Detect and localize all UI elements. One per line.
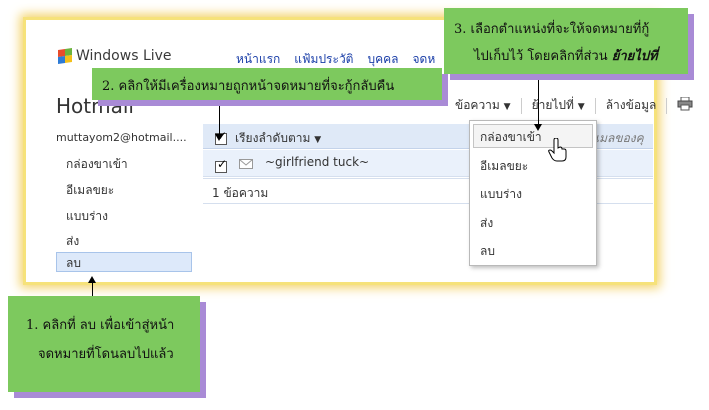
account-email[interactable]: muttayom2@hotmail.... — [56, 131, 187, 144]
envelope-icon — [239, 155, 253, 174]
top-nav: หน้าแรก แฟ้มประวัติ บุคคล จดห — [236, 50, 435, 69]
checkmark-icon: ✓ — [217, 157, 228, 171]
chevron-down-icon: ▼ — [503, 102, 511, 112]
message-sender: ~girlfriend tuck~ — [265, 155, 370, 169]
message-checkbox[interactable]: ✓ — [215, 157, 228, 173]
brand-label: Windows Live — [76, 48, 172, 64]
move-to-button[interactable]: ย้ายไปที่ ▼ — [532, 96, 585, 115]
menu-item-inbox[interactable]: กล่องขาเข้า — [480, 128, 542, 147]
restore-button[interactable]: ข้อความ ▼ — [455, 96, 511, 115]
sort-label: เรียงลำดับตาม — [235, 131, 311, 145]
callout-step-2: 2. คลิกให้มีเครื่องหมายถูกหน้าจดหมายที่จ… — [92, 68, 442, 100]
sidebar-item-junk[interactable]: อีเมลขยะ — [66, 181, 114, 200]
restore-label: ข้อความ — [455, 98, 500, 112]
callout-step-1-line1: 1. คลิกที่ ลบ เพื่อเข้าสู่หน้า — [26, 318, 175, 333]
sidebar-item-inbox[interactable]: กล่องขาเข้า — [66, 155, 128, 174]
sidebar-item-drafts[interactable]: แบบร่าง — [66, 207, 108, 226]
callout-step-3-prefix: ไปเก็บไว้ โดยคลิกที่ส่วน — [474, 49, 608, 64]
callout-step-1-line2: จดหมายที่โดนลบไปแล้ว — [38, 347, 174, 362]
hand-cursor-icon — [548, 137, 568, 166]
menu-item-deleted[interactable]: ลบ — [480, 242, 495, 261]
windows-live-logo[interactable]: Windows Live — [58, 48, 172, 64]
menu-item-drafts[interactable]: แบบร่าง — [480, 185, 522, 204]
toolbar-divider — [666, 97, 668, 114]
arrow-3-line — [538, 74, 539, 126]
move-to-menu: กล่องขาเข้า อีเมลขยะ แบบร่าง ส่ง ลบ — [469, 120, 597, 266]
chevron-down-icon: ▼ — [577, 102, 585, 112]
toolbar-divider — [520, 97, 522, 114]
clear-button[interactable]: ล้างข้อมูล — [606, 96, 657, 115]
callout-step-3-line2: ไปเก็บไว้ โดยคลิกที่ส่วน ย้ายไปที่ — [444, 39, 688, 66]
message-count: 1 ข้อความ — [212, 186, 269, 200]
nav-home[interactable]: หน้าแรก — [236, 50, 280, 69]
chevron-down-icon: ▼ — [314, 135, 322, 145]
callout-step-3-emphasis: ย้ายไปที่ — [611, 49, 658, 64]
toolbar: ข้อความ ▼ ย้ายไปที่ ▼ ล้างข้อมูล — [455, 96, 693, 115]
arrow-2-line — [219, 100, 220, 136]
nav-profile[interactable]: แฟ้มประวัติ — [294, 50, 353, 69]
arrow-2-head — [215, 134, 223, 141]
nav-people[interactable]: บุคคล — [367, 50, 398, 69]
callout-step-2-text: 2. คลิกให้มีเครื่องหมายถูกหน้าจดหมายที่จ… — [102, 79, 395, 94]
search-input[interactable]: เมลของคุ — [595, 129, 644, 148]
menu-item-sent[interactable]: ส่ง — [480, 214, 493, 233]
toolbar-divider — [594, 97, 596, 114]
printer-icon[interactable] — [677, 96, 693, 114]
callout-step-3: 3. เลือกตำแหน่งที่จะให้จดหมายที่กู้ ไปเก… — [444, 8, 688, 74]
callout-step-1: 1. คลิกที่ ลบ เพื่อเข้าสู่หน้า จดหมายที่… — [8, 296, 200, 392]
windows-flag-icon — [58, 48, 72, 64]
arrow-3-head — [534, 124, 542, 131]
sidebar-item-sent[interactable]: ส่ง — [66, 232, 79, 251]
callout-step-3-line1: 3. เลือกตำแหน่งที่จะให้จดหมายที่กู้ — [454, 22, 650, 37]
nav-mail[interactable]: จดห — [413, 50, 436, 69]
menu-item-junk[interactable]: อีเมลขยะ — [480, 157, 528, 176]
sidebar-item-deleted[interactable]: ลบ — [56, 252, 192, 272]
sort-dropdown[interactable]: เรียงลำดับตาม ▼ — [235, 129, 321, 148]
